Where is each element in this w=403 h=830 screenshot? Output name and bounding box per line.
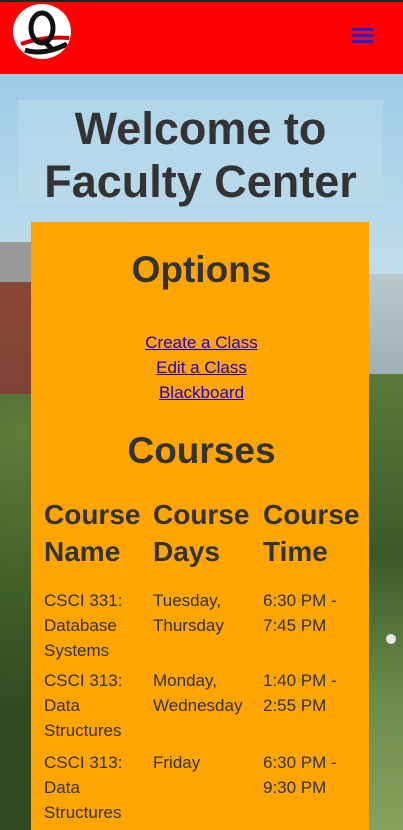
column-header-course-days: Course Days [153, 496, 259, 570]
cell-line: Systems [44, 641, 110, 660]
options-links: Create a Class Edit a Class Blackboard [0, 330, 403, 405]
table-cell-course-time: 6:30 PM - 7:45 PM [263, 588, 368, 638]
edit-class-link[interactable]: Edit a Class [0, 355, 403, 380]
courses-heading: Courses [127, 430, 276, 471]
lamp-post [386, 634, 396, 644]
cell-line: CSCI 313: [44, 753, 123, 772]
table-cell-course-name: CSCI 313: Data Structures [44, 750, 149, 825]
header-word: Course [153, 499, 250, 530]
create-class-link[interactable]: Create a Class [0, 330, 403, 355]
cell-line: Tuesday, [153, 591, 222, 610]
cell-line: 2:55 PM [263, 696, 327, 715]
cell-line: 9:30 PM [263, 778, 327, 797]
title-line-2: Faculty Center [44, 156, 357, 207]
cell-line: CSCI 331: [44, 591, 123, 610]
column-header-course-time: Course Time [263, 496, 368, 570]
cell-line: Structures [44, 803, 122, 822]
table-cell-course-name: CSCI 313: Data Structures [44, 668, 149, 743]
cell-line: Structures [44, 721, 122, 740]
table-cell-course-time: 1:40 PM - 2:55 PM [263, 668, 368, 718]
menu-bar [352, 34, 374, 37]
welcome-banner: Welcome to Faculty Center [18, 100, 383, 207]
menu-bar [352, 28, 374, 31]
table-cell-course-days: Monday, Wednesday [153, 668, 259, 718]
cell-line: Monday, [153, 671, 217, 690]
cell-line: 1:40 PM - [263, 671, 337, 690]
page-title: Welcome to Faculty Center [18, 100, 383, 208]
cell-line: Data [44, 778, 80, 797]
header-word: Name [44, 536, 121, 567]
table-cell-course-time: 6:30 PM - 9:30 PM [263, 750, 368, 800]
cell-line: Thursday [153, 616, 224, 635]
cell-line: 6:30 PM - [263, 591, 337, 610]
table-cell-course-name: CSCI 331: Database Systems [44, 588, 149, 663]
header-word: Course [44, 499, 141, 530]
cell-line: Data [44, 696, 80, 715]
blackboard-link[interactable]: Blackboard [0, 380, 403, 405]
logo-icon [16, 5, 70, 57]
header-word: Days [153, 536, 220, 567]
title-line-1: Welcome to [74, 103, 327, 154]
top-navbar [0, 2, 403, 74]
college-logo[interactable] [13, 4, 71, 59]
cell-line: Database [44, 616, 117, 635]
cell-line: Wednesday [153, 696, 243, 715]
hamburger-menu-icon[interactable] [352, 28, 374, 46]
header-word: Time [263, 536, 328, 567]
table-cell-course-days: Friday [153, 750, 259, 775]
column-header-course-name: Course Name [44, 496, 149, 570]
header-word: Course [263, 499, 360, 530]
cell-line: 6:30 PM - [263, 753, 337, 772]
cell-line: Friday [153, 753, 201, 772]
cell-line: 7:45 PM [263, 616, 327, 635]
options-heading: Options [131, 249, 272, 290]
table-cell-course-days: Tuesday, Thursday [153, 588, 259, 638]
cell-line: CSCI 313: [44, 671, 123, 690]
menu-bar [352, 40, 374, 43]
